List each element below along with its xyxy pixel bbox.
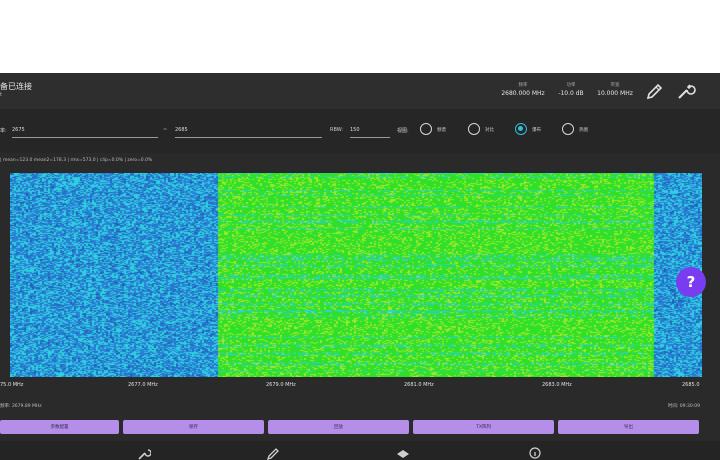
mode-label: 视图: [397,128,409,134]
edit-icon[interactable] [645,81,665,101]
stat-frequency-value: 2680.000 MHz [501,90,545,97]
wrench-nav-icon[interactable] [137,446,151,460]
freq-separator: ~ [163,127,168,133]
help-button[interactable]: ? [676,267,706,297]
stat-bandwidth-value: 10.000 MHz [597,90,633,97]
app-window: 备已连接 t 频率 2680.000 MHz 功率 -10.0 dB 带宽 10… [0,73,720,460]
wrench-icon[interactable] [676,81,696,101]
top-bar: 备已连接 t 频率 2680.000 MHz 功率 -10.0 dB 带宽 10… [0,73,720,109]
stat-power: 功率 -10.0 dB [555,82,587,97]
stat-power-value: -10.0 dB [558,90,584,97]
freq-tick-5: 2683.0 MHz [542,382,572,388]
mode-label-waterfall: 瀑布 [532,128,541,133]
bottom-nav [0,441,720,460]
connection-status: 备已连接 [0,82,32,91]
stat-power-label: 功率 [566,83,576,88]
connection-sub: t [0,92,2,98]
freq-tick-2: 2677.0 MHz [128,382,158,388]
freq-tick-3: 2679.0 MHz [266,382,296,388]
y-axis-strip [0,173,10,377]
freq-start-input[interactable]: 2675 [12,127,158,138]
export-button[interactable]: 导出 [558,420,699,434]
mode-radio-compare[interactable] [468,123,480,135]
mode-label-compare: 对比 [485,128,494,133]
config-button[interactable]: 参数配置 [0,420,119,434]
layers-nav-icon[interactable] [396,446,410,460]
mode-radio-waterfall[interactable] [515,123,527,135]
stat-bandwidth: 带宽 10.000 MHz [592,82,638,97]
save-button[interactable]: 保存 [123,420,264,434]
mode-label-heatmap: 热图 [579,128,588,133]
freq-tick-4: 2681.0 MHz [404,382,434,388]
stat-bandwidth-label: 带宽 [610,83,620,88]
time-info: 时间: 09:30:09 [667,404,700,409]
playback-button[interactable]: 回放 [268,420,409,434]
pen-nav-icon[interactable] [266,446,280,460]
freq-tick-6: 2685.0 [682,382,700,388]
spectrogram-waterfall[interactable] [10,173,702,377]
stats-line: | mean=123.0 mean2=178.3 | rms=573.0 | c… [0,158,153,163]
rbw-input[interactable]: 150 [350,127,390,138]
mode-label-spectrum: 频谱 [437,128,446,133]
stat-frequency: 频率 2680.000 MHz [498,82,548,97]
stat-frequency-label: 频率 [518,83,528,88]
mode-radio-spectrum[interactable] [420,123,432,135]
freq-tick-1: 75.0 MHz [0,382,24,388]
info-nav-icon[interactable] [528,446,542,460]
tx-array-button[interactable]: TX阵列 [413,420,554,434]
mode-radio-heatmap[interactable] [562,123,574,135]
rbw-label: RBW: [330,127,344,133]
freq-end-input[interactable]: 2685 [175,127,322,138]
cursor-frequency-info: 频率: 2679.89 MHz [0,404,42,409]
freq-label: 率: [0,128,7,134]
